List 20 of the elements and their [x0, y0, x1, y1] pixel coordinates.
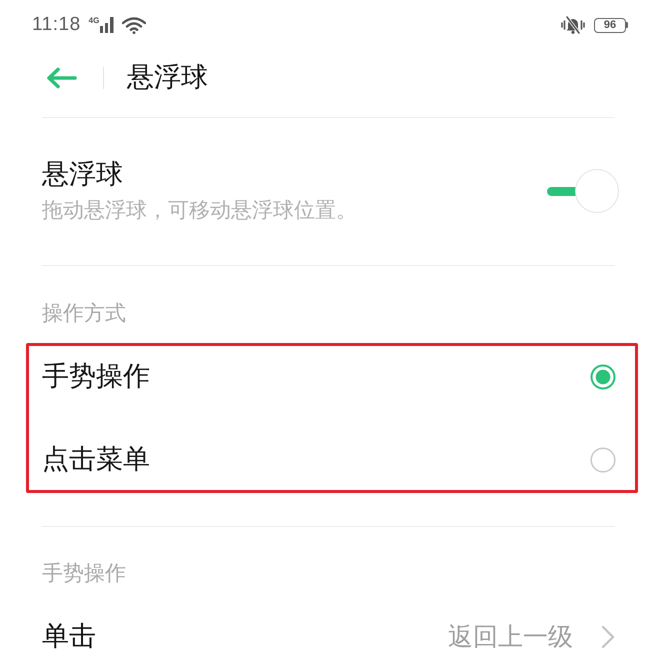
section-heading: 操作方式 — [42, 301, 126, 325]
muted-bell-icon — [560, 15, 586, 35]
signal-icon — [100, 17, 114, 33]
page-title: 悬浮球 — [127, 60, 208, 94]
option-label[interactable]: 点击菜单 — [42, 444, 150, 476]
setting-description: 拖动悬浮球，可移动悬浮球位置。 — [42, 198, 357, 222]
radio-button[interactable] — [590, 364, 616, 390]
network-type: 4G — [88, 17, 100, 25]
setting-title: 悬浮球 — [42, 159, 123, 191]
back-arrow-icon[interactable] — [46, 66, 77, 88]
battery-indicator: 96 — [594, 18, 628, 32]
section-heading: 手势操作 — [42, 561, 126, 585]
wifi-icon — [122, 16, 146, 34]
chevron-right-icon — [601, 625, 615, 649]
toggle-switch[interactable] — [545, 168, 619, 212]
gesture-action: 返回上一级 — [448, 621, 573, 653]
gesture-label[interactable]: 单击 — [42, 621, 96, 653]
radio-button[interactable] — [590, 447, 616, 473]
option-label[interactable]: 手势操作 — [42, 361, 150, 393]
status-time: 11:18 — [32, 14, 81, 36]
